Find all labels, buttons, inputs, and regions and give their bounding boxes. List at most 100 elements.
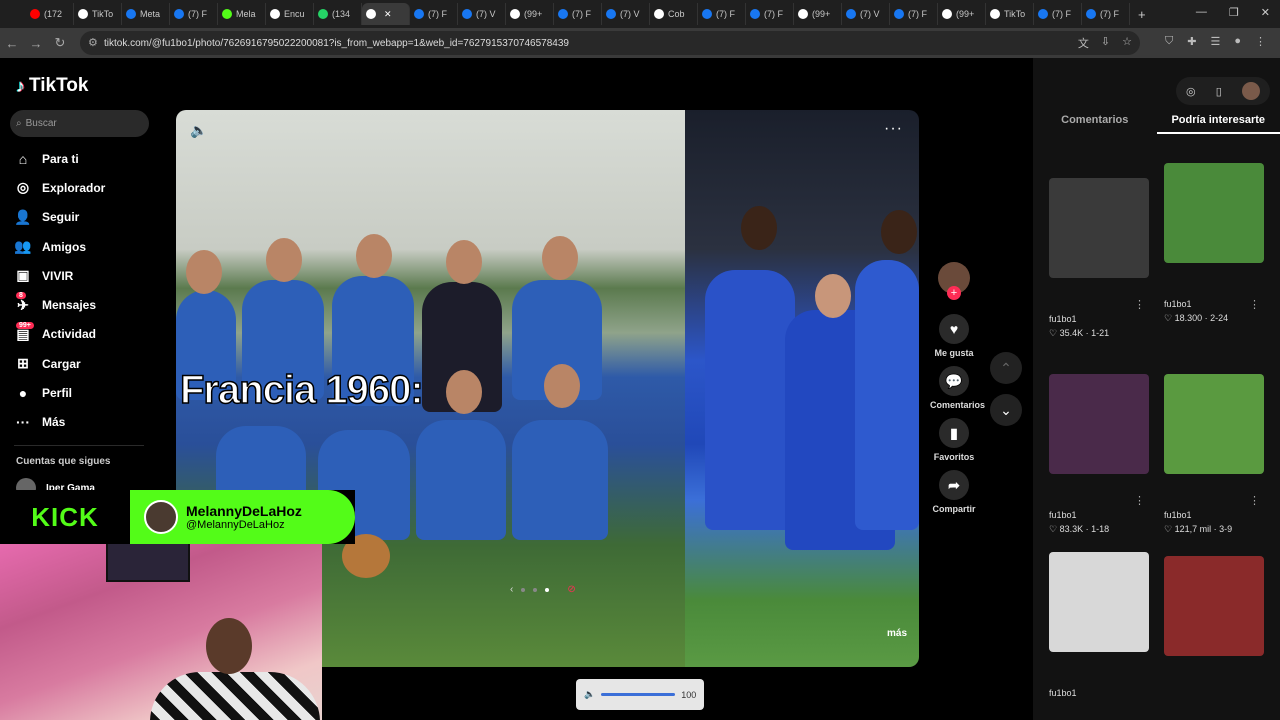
recommended-card[interactable]: fu1bo1 ♡ 18.300 · 2-24 ⋮ — [1164, 163, 1264, 324]
previous-post-button[interactable]: ⌃ — [990, 352, 1022, 384]
site-info-icon[interactable]: ⚙ — [88, 36, 98, 49]
tab-comments[interactable]: Comentarios — [1033, 114, 1157, 134]
carousel-dot-active[interactable] — [545, 587, 550, 592]
card-menu-icon[interactable]: ⋮ — [1249, 298, 1260, 311]
card-thumbnail[interactable] — [1049, 552, 1149, 652]
browser-tab[interactable]: (7) F — [890, 3, 938, 25]
next-post-button[interactable]: ⌄ — [990, 394, 1022, 426]
tab-recommended[interactable]: Podría interesarte — [1156, 114, 1280, 134]
card-thumbnail[interactable] — [1049, 178, 1149, 278]
device-icon[interactable]: ▯ — [1216, 85, 1222, 98]
like-button[interactable]: ♥ Me gusta — [930, 314, 978, 358]
tab-favicon-icon — [270, 9, 280, 19]
card-thumbnail[interactable] — [1164, 556, 1264, 656]
install-icon[interactable]: ⇩ — [1101, 35, 1110, 51]
browser-tab[interactable]: (7) F — [746, 3, 794, 25]
card-author[interactable]: fu1bo1 — [1049, 688, 1149, 698]
card-menu-icon[interactable]: ⋮ — [1134, 298, 1145, 311]
browser-tab[interactable]: (99+ — [794, 3, 842, 25]
compass-icon[interactable]: ◎ — [1186, 85, 1196, 98]
carousel-next-icon[interactable]: ⊘ — [567, 584, 575, 595]
favorites-button[interactable]: ▮ Favoritos — [930, 418, 978, 462]
translate-icon[interactable]: 文 — [1078, 35, 1089, 51]
browser-tab[interactable]: (7) F — [410, 3, 458, 25]
browser-tab[interactable]: (99+ — [938, 3, 986, 25]
carousel-dot[interactable] — [533, 587, 538, 592]
share-button[interactable]: ➦ Compartir — [930, 470, 978, 514]
volume-icon[interactable]: 🔈 — [584, 689, 595, 700]
comment-icon: 💬 — [939, 366, 969, 396]
sidebar-item-amigos[interactable]: 👥 Amigos — [14, 232, 105, 261]
browser-tab[interactable]: (7) V — [458, 3, 506, 25]
sound-icon[interactable]: 🔈 — [190, 122, 207, 139]
extensions-icon[interactable]: ✚ — [1187, 35, 1196, 48]
recommended-card[interactable]: fu1bo1 ♡ 35.4K · 1-21 ⋮ — [1049, 178, 1149, 339]
browser-tab[interactable]: (7) F — [1034, 3, 1082, 25]
recommended-card[interactable]: fu1bo1 ♡ 83.3K · 1-18 ⋮ — [1049, 374, 1149, 535]
browser-tab[interactable]: (99+ — [506, 3, 554, 25]
more-options-icon[interactable]: ··· — [884, 120, 903, 138]
card-author[interactable]: fu1bo1 — [1164, 510, 1264, 520]
profile-avatar-icon[interactable]: ● — [1234, 35, 1241, 48]
user-avatar[interactable] — [1241, 82, 1260, 100]
sidebar-item-más[interactable]: ··· Más — [14, 408, 105, 437]
card-thumbnail[interactable] — [1164, 163, 1264, 263]
card-author[interactable]: fu1bo1 — [1049, 314, 1149, 324]
browser-tab[interactable]: (7) F — [698, 3, 746, 25]
close-tab-icon[interactable]: ✕ — [384, 9, 392, 20]
tiktok-logo[interactable]: ♪ TikTok — [16, 75, 88, 97]
browser-tab[interactable]: Meta — [122, 3, 170, 25]
new-tab-button[interactable]: + — [1138, 7, 1146, 22]
sidebar-item-mensajes[interactable]: ✈ Mensajes 8 — [14, 290, 105, 319]
browser-tab[interactable]: Cob — [650, 3, 698, 25]
browser-tab[interactable]: Encu — [266, 3, 314, 25]
close-window-icon[interactable]: ✕ — [1261, 6, 1270, 19]
browser-tab[interactable]: TikTo — [986, 3, 1034, 25]
menu-icon[interactable]: ⋮ — [1255, 35, 1266, 48]
search-input[interactable]: ⌕ Buscar — [10, 110, 149, 137]
browser-tab[interactable]: (172 — [26, 3, 74, 25]
comments-button[interactable]: 💬 Comentarios — [930, 366, 985, 410]
card-menu-icon[interactable]: ⋮ — [1134, 494, 1145, 507]
browser-tab[interactable]: Mela — [218, 3, 266, 25]
tab-favicon-icon — [30, 9, 40, 19]
browser-tab[interactable]: (134 — [314, 3, 362, 25]
volume-control[interactable]: 🔈 100 — [576, 679, 704, 710]
shield-icon[interactable]: ⛉ — [1165, 35, 1173, 48]
browser-tab[interactable]: ✕ — [362, 3, 410, 25]
sidebar-item-explorador[interactable]: ◎ Explorador — [14, 173, 105, 202]
sidebar-item-cargar[interactable]: ⊞ Cargar — [14, 349, 105, 378]
sidebar-item-perfil[interactable]: ● Perfil — [14, 378, 105, 407]
card-thumbnail[interactable] — [1049, 374, 1149, 474]
restore-icon[interactable]: ❐ — [1229, 6, 1239, 19]
browser-tab[interactable]: (7) F — [170, 3, 218, 25]
card-author[interactable]: fu1bo1 — [1049, 510, 1149, 520]
carousel-prev-icon[interactable]: ‹ — [510, 584, 513, 595]
sidebar-item-seguir[interactable]: 👤 Seguir — [14, 203, 105, 232]
carousel-dot[interactable] — [521, 587, 526, 592]
recommended-card[interactable]: fu1bo1 — [1049, 552, 1149, 698]
recommended-card[interactable] — [1164, 556, 1264, 656]
reload-icon[interactable]: ↻ — [48, 35, 72, 51]
streamer-badge: MelannyDeLaHoz @MelannyDeLaHoz — [130, 490, 355, 544]
browser-tab[interactable]: (7) V — [842, 3, 890, 25]
reading-list-icon[interactable]: ☰ — [1210, 35, 1220, 48]
recommended-card[interactable]: fu1bo1 ♡ 121,7 mil · 3-9 ⋮ — [1164, 374, 1264, 535]
sidebar-item-vivir[interactable]: ▣ VIVIR — [14, 261, 105, 290]
follow-plus-icon[interactable]: + — [947, 286, 961, 300]
back-icon[interactable]: ← — [0, 36, 24, 51]
more-link[interactable]: más — [887, 628, 907, 639]
forward-icon[interactable]: → — [24, 36, 48, 51]
bookmark-star-icon[interactable]: ☆ — [1122, 35, 1132, 51]
url-field[interactable]: ⚙ tiktok.com/@fu1bo1/photo/7626916795022… — [80, 31, 1140, 55]
card-menu-icon[interactable]: ⋮ — [1249, 494, 1260, 507]
card-thumbnail[interactable] — [1164, 374, 1264, 474]
sidebar-item-actividad[interactable]: ▤ Actividad 99+ — [14, 320, 105, 349]
browser-tab[interactable]: (7) F — [1082, 3, 1130, 25]
sidebar-item-para-ti[interactable]: ⌂ Para ti — [14, 144, 105, 173]
browser-tab[interactable]: TikTo — [74, 3, 122, 25]
browser-tab[interactable]: (7) F — [554, 3, 602, 25]
browser-tab[interactable]: (7) V — [602, 3, 650, 25]
minimize-icon[interactable]: — — [1196, 6, 1207, 19]
volume-slider[interactable] — [601, 693, 676, 696]
